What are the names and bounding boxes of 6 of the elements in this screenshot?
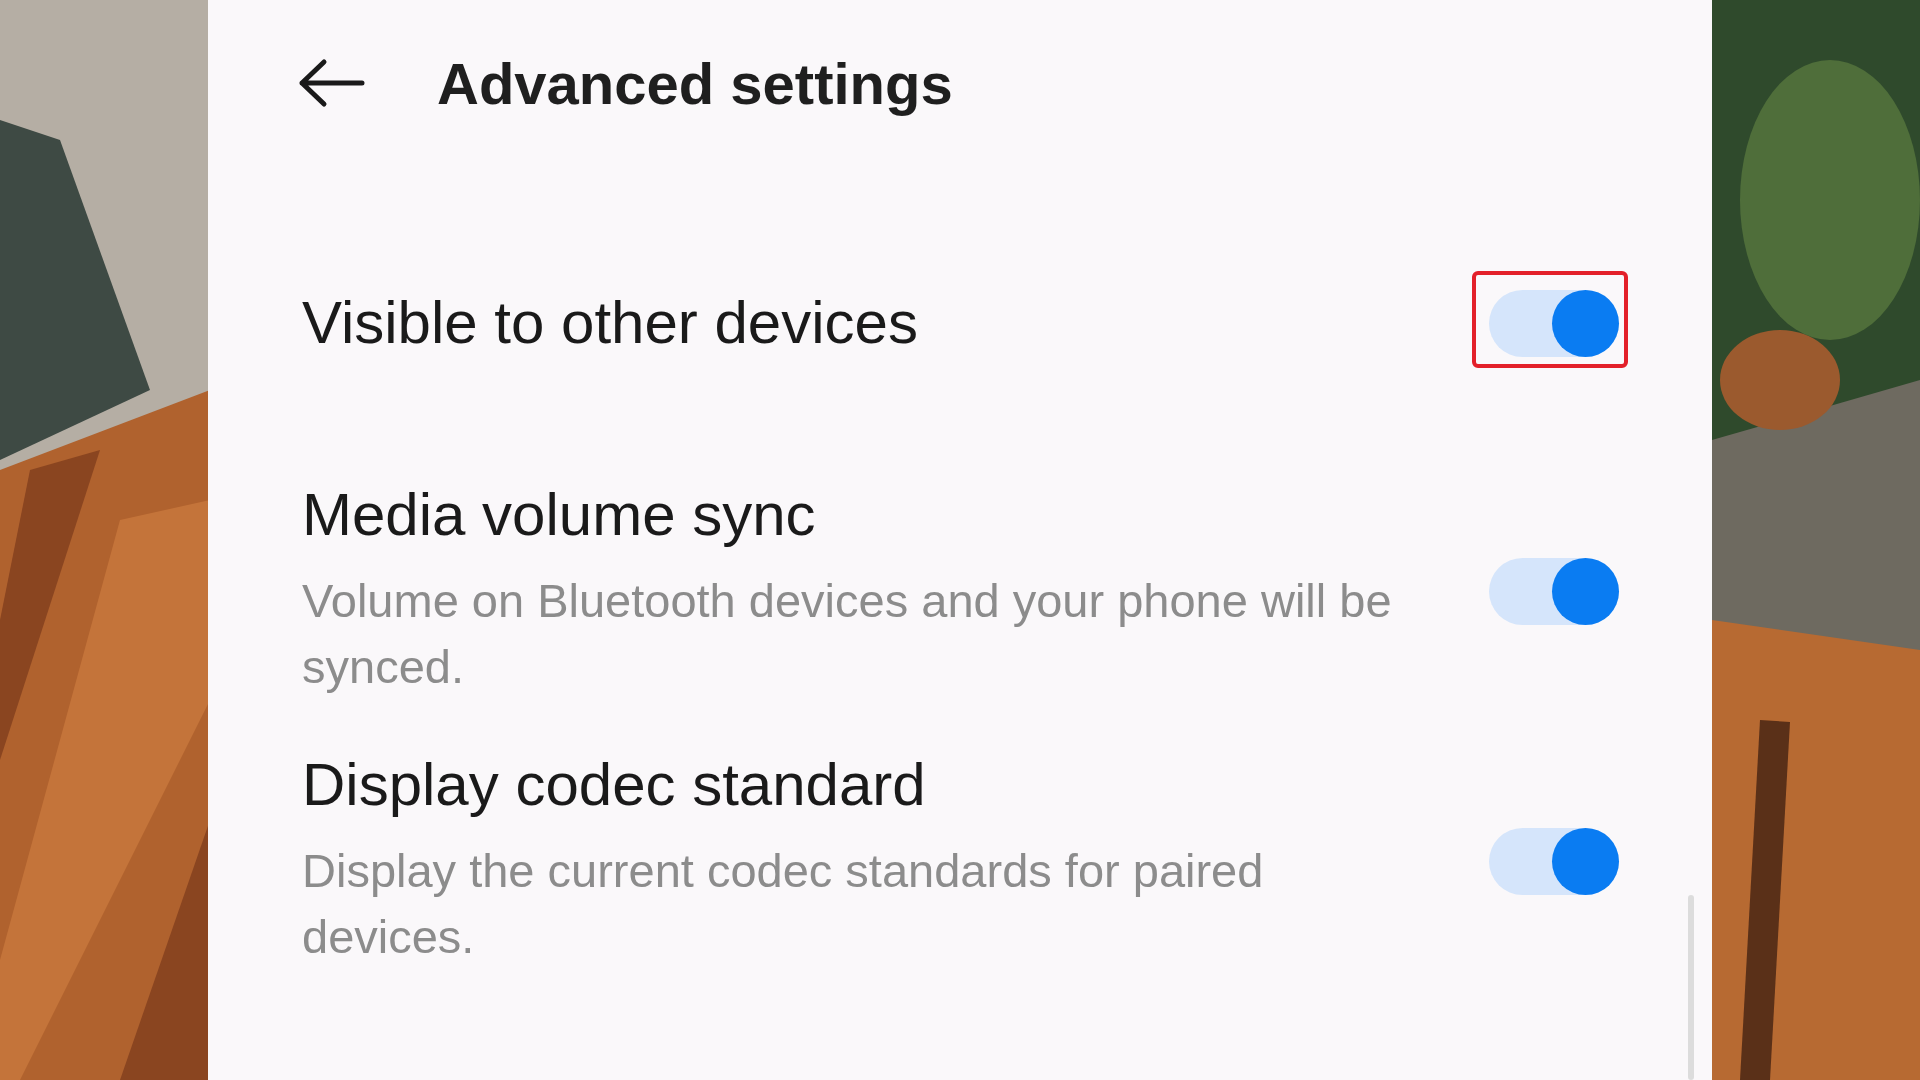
- setting-title: Visible to other devices: [302, 290, 918, 356]
- setting-title: Media volume sync: [302, 482, 817, 548]
- setting-description: Volume on Bluetooth devices and your phone will be synced.: [302, 573, 1393, 695]
- page-title: Advanced settings: [437, 49, 953, 117]
- setting-title: Display codec standard: [302, 752, 927, 818]
- setting-description: Display the current codec standards for paired devices.: [302, 843, 1265, 965]
